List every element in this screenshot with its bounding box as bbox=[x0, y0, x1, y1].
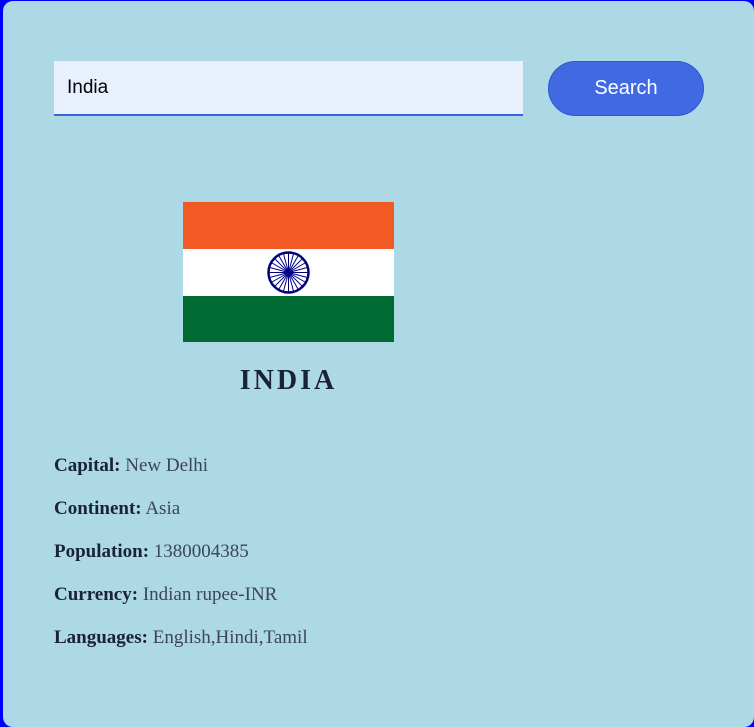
search-input[interactable] bbox=[54, 61, 523, 116]
detail-label: Capital: bbox=[54, 455, 121, 476]
detail-value: 1380004385 bbox=[153, 541, 249, 562]
country-name: INDIA bbox=[239, 365, 338, 396]
detail-population: Population: 1380004385 bbox=[54, 539, 694, 582]
detail-continent: Continent: Asia bbox=[54, 496, 694, 539]
detail-value: New Delhi bbox=[125, 455, 209, 476]
ashoka-chakra-icon bbox=[267, 251, 310, 294]
detail-languages: Languages: English,Hindi,Tamil bbox=[54, 625, 694, 668]
search-button[interactable]: Search bbox=[548, 61, 704, 116]
detail-label: Languages: bbox=[54, 627, 148, 648]
india-flag-icon bbox=[183, 202, 394, 342]
detail-capital: Capital: New Delhi bbox=[54, 453, 694, 496]
detail-value: Indian rupee-INR bbox=[142, 584, 278, 605]
search-bar: Search bbox=[54, 61, 704, 117]
country-details: Capital: New Delhi Continent: Asia Popul… bbox=[54, 453, 694, 668]
detail-label: Population: bbox=[54, 541, 150, 562]
detail-label: Continent: bbox=[54, 498, 142, 519]
detail-label: Currency: bbox=[54, 584, 139, 605]
detail-value: English,Hindi,Tamil bbox=[152, 627, 308, 648]
detail-currency: Currency: Indian rupee-INR bbox=[54, 582, 694, 625]
detail-value: Asia bbox=[145, 498, 181, 519]
country-info-card: Search INDIA Capital: New Delhi Continen… bbox=[3, 1, 754, 727]
